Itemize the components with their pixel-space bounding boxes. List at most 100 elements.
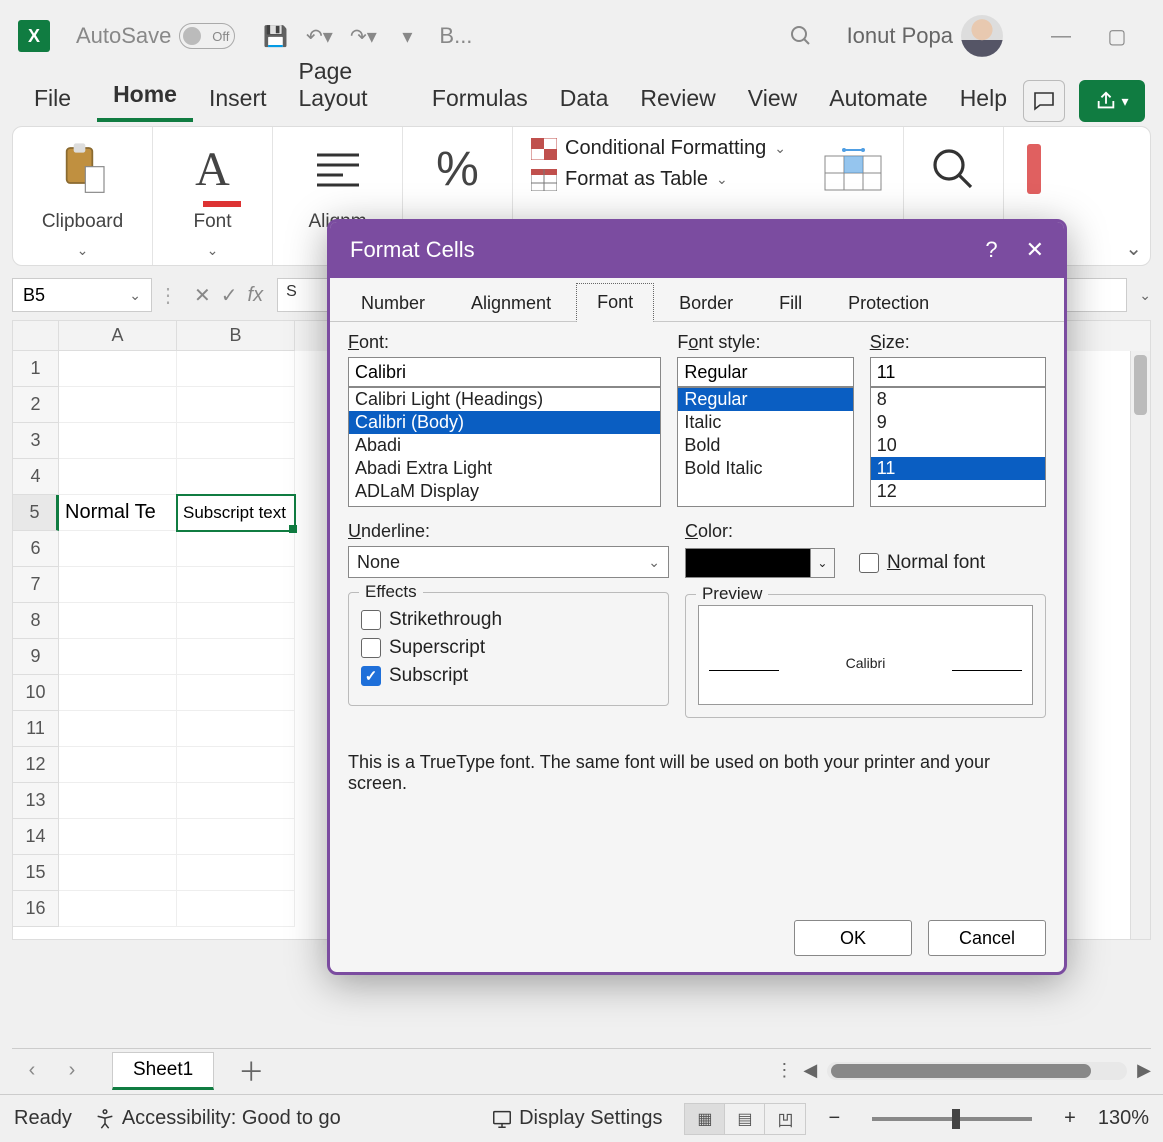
row-header[interactable]: 6 [13,531,59,567]
row-header[interactable]: 15 [13,855,59,891]
cell[interactable] [59,891,177,927]
cell[interactable] [177,855,295,891]
display-settings-button[interactable]: Display Settings [491,1107,662,1130]
comments-button[interactable] [1023,80,1065,122]
autosave-toggle[interactable]: AutoSave Off [76,23,235,49]
new-sheet-button[interactable]: ＋ [238,1052,264,1089]
row-header[interactable]: 14 [13,819,59,855]
row-header[interactable]: 8 [13,603,59,639]
tab-review[interactable]: Review [624,79,731,122]
list-item[interactable]: 8 [871,388,1045,411]
list-item[interactable]: Agency FB [349,503,660,507]
chevron-down-icon[interactable]: ⌄ [77,242,89,259]
maximize-button[interactable]: ▢ [1097,16,1137,56]
scroll-left-icon[interactable]: ◀ [803,1060,817,1081]
expand-formula-bar-icon[interactable]: ⌄ [1139,287,1151,304]
dialog-title-bar[interactable]: Format Cells ? ✕ [330,222,1064,278]
undo-icon[interactable]: ↶▾ [303,20,335,52]
cell[interactable] [177,603,295,639]
column-header-b[interactable]: B [177,321,295,351]
dialog-tab-alignment[interactable]: Alignment [450,284,572,322]
subscript-checkbox[interactable]: Subscript [361,665,656,687]
list-item[interactable]: 12 [871,480,1045,503]
toggle-icon[interactable]: Off [179,23,235,49]
row-header[interactable]: 2 [13,387,59,423]
user-account[interactable]: Ionut Popa [847,15,1003,57]
list-item[interactable]: 14 [871,503,1045,507]
tab-data[interactable]: Data [544,79,625,122]
cell[interactable] [177,531,295,567]
cell[interactable] [59,531,177,567]
ok-button[interactable]: OK [794,920,912,956]
list-item[interactable]: Regular [678,388,852,411]
zoom-level[interactable]: 130% [1098,1107,1149,1130]
qat-customize-icon[interactable]: ▾ [391,20,423,52]
cancel-button[interactable]: Cancel [928,920,1046,956]
minimize-button[interactable]: — [1041,16,1081,56]
zoom-out-button[interactable]: − [828,1107,840,1130]
zoom-slider[interactable] [872,1117,1032,1121]
scroll-right-icon[interactable]: ▶ [1137,1060,1151,1081]
cell[interactable] [177,567,295,603]
row-header[interactable]: 12 [13,747,59,783]
list-item[interactable]: ADLaM Display [349,480,660,503]
list-item[interactable]: 9 [871,411,1045,434]
cell[interactable] [59,603,177,639]
row-header[interactable]: 16 [13,891,59,927]
underline-select[interactable]: None ⌄ [348,546,669,578]
search-icon[interactable] [785,20,817,52]
dialog-tab-protection[interactable]: Protection [827,284,950,322]
column-header-a[interactable]: A [59,321,177,351]
dialog-tab-font[interactable]: Font [576,283,654,322]
tab-home[interactable]: Home [97,75,193,122]
color-select[interactable]: ⌄ [685,548,835,578]
font-style-input[interactable] [677,357,853,387]
close-icon[interactable]: ✕ [1026,237,1044,263]
cell[interactable] [177,423,295,459]
list-item[interactable]: Calibri Light (Headings) [349,388,660,411]
cell[interactable] [177,783,295,819]
cell[interactable] [59,567,177,603]
dialog-tab-number[interactable]: Number [340,284,446,322]
format-as-table-button[interactable]: Format as Table ⌄ [531,168,786,191]
list-item[interactable]: 11 [871,457,1045,480]
cell[interactable] [177,639,295,675]
redo-icon[interactable]: ↷▾ [347,20,379,52]
enter-icon[interactable]: ✓ [221,283,238,308]
tab-insert[interactable]: Insert [193,79,283,122]
cell[interactable] [59,783,177,819]
font-style-listbox[interactable]: RegularItalicBoldBold Italic [677,387,853,507]
cell[interactable] [177,675,295,711]
list-item[interactable]: 10 [871,434,1045,457]
row-header[interactable]: 1 [13,351,59,387]
dialog-tab-border[interactable]: Border [658,284,754,322]
cell[interactable]: Normal Te [59,495,177,531]
cell[interactable] [177,459,295,495]
row-header[interactable]: 13 [13,783,59,819]
name-box[interactable]: B5 ⌄ [12,278,152,312]
list-item[interactable]: Abadi Extra Light [349,457,660,480]
row-header[interactable]: 9 [13,639,59,675]
tab-automate[interactable]: Automate [813,79,943,122]
sheet-prev-icon[interactable]: ‹ [12,1059,52,1082]
tab-formulas[interactable]: Formulas [416,79,544,122]
row-header[interactable]: 4 [13,459,59,495]
superscript-checkbox[interactable]: Superscript [361,637,656,659]
row-header[interactable]: 11 [13,711,59,747]
cancel-icon[interactable]: ✕ [194,283,211,308]
cell[interactable] [59,351,177,387]
strikethrough-checkbox[interactable]: Strikethrough [361,609,656,631]
save-icon[interactable]: 💾 [259,20,291,52]
list-item[interactable]: Bold Italic [678,457,852,480]
list-item[interactable]: Calibri (Body) [349,411,660,434]
zoom-in-button[interactable]: + [1064,1107,1076,1130]
cell[interactable] [59,819,177,855]
group-clipboard[interactable]: Clipboard ⌄ [13,127,153,265]
cell[interactable] [59,387,177,423]
cell[interactable] [177,891,295,927]
list-item[interactable]: Abadi [349,434,660,457]
row-header[interactable]: 7 [13,567,59,603]
list-item[interactable]: Italic [678,411,852,434]
accessibility-status[interactable]: Accessibility: Good to go [94,1107,341,1130]
help-icon[interactable]: ? [985,237,997,263]
